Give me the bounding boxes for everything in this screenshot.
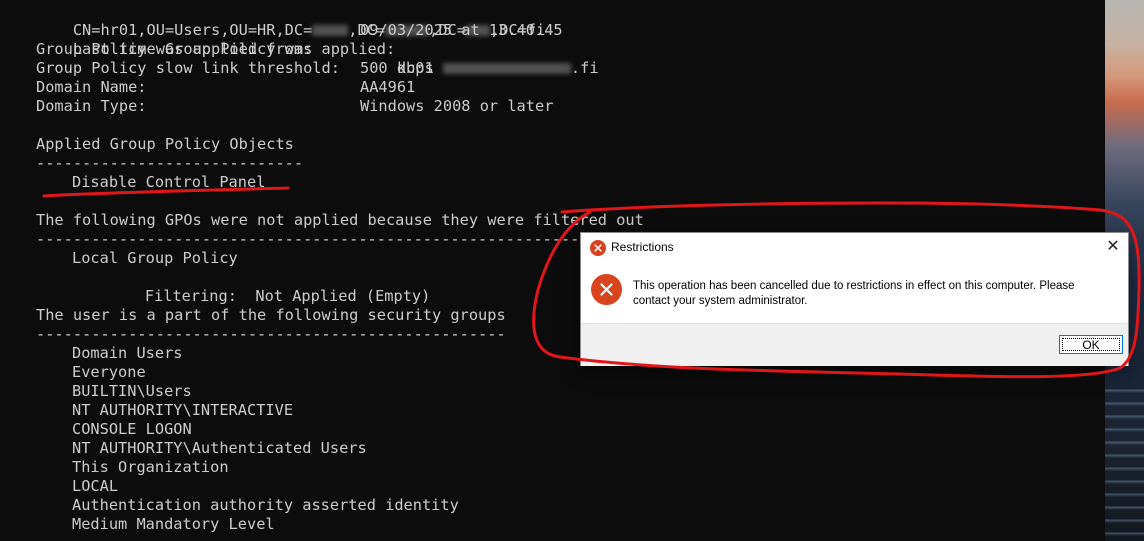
console-line-dn: CN=hr01,OU=Users,OU=HR,DC= ,DC= ,DC= ,DC=fi [36, 2, 545, 39]
filtering-value: Not Applied (Empty) [255, 287, 431, 305]
applied-gpo-rule: ----------------------------- [36, 154, 304, 172]
wallpaper-detail [1105, 380, 1144, 541]
dialog-title: Restrictions [611, 240, 674, 254]
security-group-item: Medium Mandatory Level [72, 515, 275, 533]
filtered-gpo-item: Local Group Policy [72, 249, 238, 267]
security-group-item: CONSOLE LOGON [72, 420, 192, 438]
dialog-footer: OK [581, 323, 1128, 366]
dc-suffix: .fi [570, 59, 599, 77]
console-line-applied-from: Group Policy was applied from: [36, 40, 313, 58]
security-group-item: Domain Users [72, 344, 183, 362]
error-icon [591, 274, 622, 305]
domain-type-value: Windows 2008 or later [360, 97, 554, 115]
applied-gpo-header: Applied Group Policy Objects [36, 135, 294, 153]
security-group-item: This Organization [72, 458, 229, 476]
dialog-message: This operation has been cancelled due to… [633, 280, 1075, 307]
redacted-text [442, 63, 571, 74]
console-line-last-applied: Last time Group Policy was applied: [36, 21, 395, 58]
filtering-line: Filtering: Not Applied (Empty) [108, 268, 431, 305]
restrictions-dialog: Restrictions ✕ This operation has been c… [580, 232, 1129, 366]
console-line-domain-type: Domain Type: [36, 97, 147, 115]
domain-name-value: AA4961 [360, 78, 416, 96]
security-groups-rule: ----------------------------------------… [36, 325, 506, 343]
security-group-item: BUILTIN\Users [72, 382, 192, 400]
security-group-item: Everyone [72, 363, 146, 381]
security-group-item: LOCAL [72, 477, 119, 495]
filtered-gpo-header: The following GPOs were not applied beca… [36, 211, 644, 229]
filtering-label: Filtering: [144, 287, 237, 305]
close-icon: ✕ [1106, 238, 1120, 255]
security-group-item: NT AUTHORITY\Authenticated Users [72, 439, 367, 457]
ok-button[interactable]: OK [1059, 335, 1123, 354]
dialog-body: This operation has been cancelled due to… [581, 263, 1128, 323]
slow-link-value: 500 kbps [360, 59, 434, 77]
applied-gpo-item: Disable Control Panel [72, 173, 266, 191]
security-group-item: NT AUTHORITY\INTERACTIVE [72, 401, 294, 419]
last-applied-value: 09/03/2025 at 13.40.45 [360, 21, 563, 39]
console-line-slow-link: Group Policy slow link threshold: [36, 59, 340, 77]
security-groups-header: The user is a part of the following secu… [36, 306, 506, 324]
console-line-domain-name: Domain Name: [36, 78, 147, 96]
error-icon [590, 240, 606, 256]
dialog-titlebar[interactable]: Restrictions ✕ [581, 233, 1128, 263]
security-group-item: Authentication authority asserted identi… [72, 496, 459, 514]
filtered-gpo-rule: ----------------------------------------… [36, 230, 654, 248]
close-button[interactable]: ✕ [1098, 233, 1128, 263]
applied-from-value: dc01 .fi [360, 40, 599, 77]
